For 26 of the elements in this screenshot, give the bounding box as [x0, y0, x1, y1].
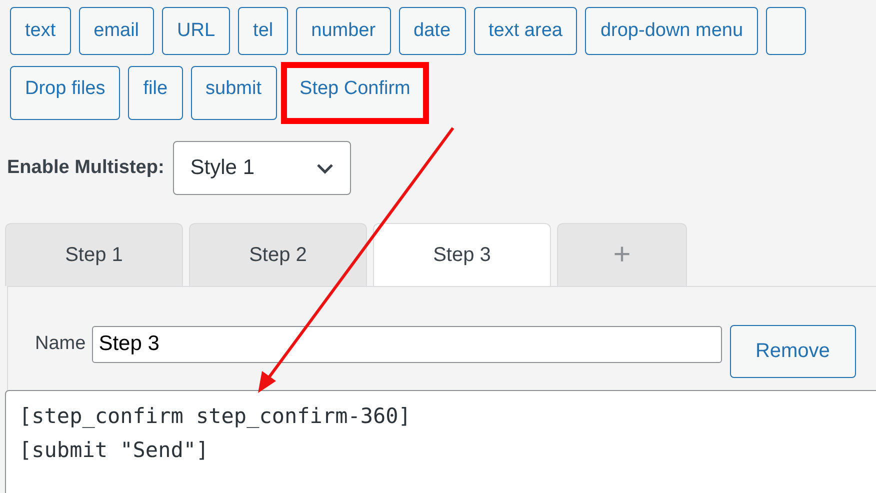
tag-button[interactable]: Step Confirm: [284, 66, 426, 120]
form-code-editor[interactable]: [step_confirm step_confirm-360] [submit "Send"]: [5, 390, 876, 493]
step-tab[interactable]: Step 1: [5, 223, 183, 286]
code-line: [submit "Send"]: [19, 437, 209, 464]
tag-button[interactable]: Drop files: [10, 66, 120, 120]
remove-button[interactable]: Remove: [730, 325, 856, 378]
code-line: [step_confirm step_confirm-360]: [19, 403, 411, 430]
step-tab[interactable]: +: [557, 223, 687, 286]
tag-button[interactable]: email: [78, 7, 154, 55]
tag-button[interactable]: file: [128, 66, 183, 120]
step-tab[interactable]: Step 3: [373, 223, 551, 286]
step-name-field[interactable]: Step 3: [92, 326, 722, 362]
tag-button[interactable]: submit: [190, 66, 277, 120]
tag-button[interactable]: number: [296, 7, 391, 55]
chevron-down-icon: [316, 162, 334, 174]
tag-button[interactable]: date: [398, 7, 466, 55]
multistep-label: Enable Multistep:: [7, 157, 164, 179]
tag-button[interactable]: drop-down menu: [585, 7, 758, 55]
partial-button[interactable]: [766, 7, 806, 55]
tag-button[interactable]: URL: [162, 7, 230, 55]
step-tab[interactable]: Step 2: [189, 223, 367, 286]
style-select[interactable]: Style 1: [173, 141, 352, 195]
tag-button[interactable]: text: [10, 7, 71, 55]
tag-button[interactable]: text area: [474, 7, 578, 55]
name-label: Name: [35, 333, 86, 355]
tag-button[interactable]: tel: [238, 7, 288, 55]
